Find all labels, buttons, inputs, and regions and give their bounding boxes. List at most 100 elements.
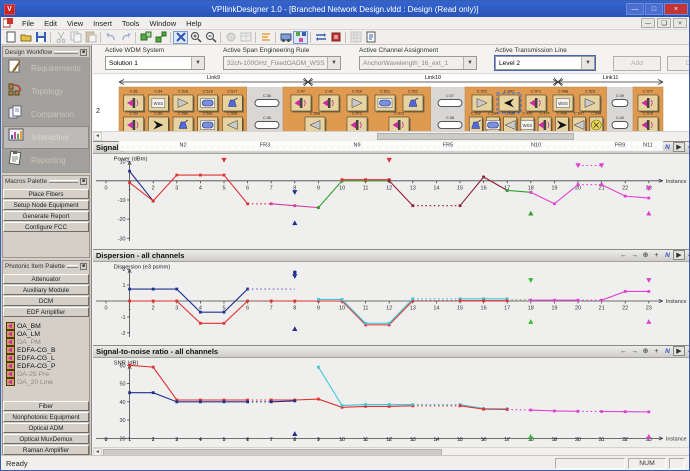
photonic-palette-header[interactable]: Photonic Item Palette ■ [3, 261, 89, 271]
report-red-icon[interactable] [328, 31, 343, 44]
chevron-down-icon[interactable]: ▼ [463, 57, 476, 69]
swap-icon[interactable] [313, 31, 328, 44]
doc-minimize-icon[interactable]: — [641, 18, 655, 28]
fit-view-icon[interactable] [173, 30, 188, 44]
palette-item-oa-lm[interactable]: OA_LM [6, 330, 89, 338]
palette-item-edfa-cg-p[interactable]: EDFA-CG_P [6, 362, 89, 370]
menu-insert[interactable]: Insert [88, 18, 117, 29]
align-icon[interactable] [258, 31, 273, 44]
del-button[interactable]: Del [667, 56, 689, 71]
palette-item-oa-20-line[interactable]: OA_20 Line [6, 378, 89, 386]
play-icon[interactable]: ▶ [673, 250, 685, 260]
zoom-in-icon[interactable] [188, 31, 203, 44]
dropdown-active-channel-assignment[interactable]: AnchorWavelength_16_ext_1 ▼ [359, 56, 477, 70]
pan-left-icon[interactable]: ← [618, 346, 629, 356]
undo-icon[interactable] [103, 31, 118, 44]
add-link-icon[interactable] [153, 31, 168, 44]
chart-plot-0[interactable]: InstancePower (dBm)10-10-20-300 1 2 3 4 5 6 7 8 9… [93, 153, 687, 244]
scroll-thumb[interactable] [376, 132, 575, 140]
minimize-icon[interactable]: — [626, 3, 644, 15]
sidebar-item-interactive[interactable]: Interactive [3, 126, 89, 149]
zoom-in-icon[interactable]: + [651, 346, 662, 356]
palette-button-dcm[interactable]: DCM [3, 296, 89, 306]
copy-icon[interactable] [68, 31, 83, 44]
palette-button-generate-report[interactable]: Generate Report [3, 211, 89, 221]
chart-plot-2[interactable]: InstanceSNR (dB)60504030200 1 2 3 4 5 6 7 8 9 10 11… [93, 357, 687, 443]
maximize-icon[interactable]: □ [645, 3, 663, 15]
redo-icon[interactable] [118, 31, 133, 44]
palette-item-oa-pm[interactable]: OA_PM [6, 338, 89, 346]
doc-close-icon[interactable]: × [673, 18, 687, 28]
pan-left-icon[interactable]: ← [618, 250, 629, 260]
menu-help[interactable]: Help [181, 18, 206, 29]
chevron-down-icon[interactable]: ▼ [327, 57, 340, 69]
close-icon[interactable]: × [664, 3, 688, 15]
doc-restore-icon[interactable]: ❏ [657, 18, 671, 28]
fiber-component[interactable] [437, 98, 463, 107]
chevron-down-icon[interactable]: ▼ [191, 57, 204, 69]
play-icon[interactable]: ▶ [673, 346, 685, 356]
menu-file[interactable]: File [17, 18, 39, 29]
grid-icon[interactable] [348, 31, 363, 44]
sidebar-item-requirements[interactable]: Requirements [3, 57, 89, 80]
panel-close-icon[interactable]: ■ [80, 48, 87, 56]
title-bar[interactable]: V VPIlinkDesigner 1.0 - [Branched Networ… [1, 1, 689, 17]
palette-button-raman-amplifier[interactable]: Raman Amplifier [3, 445, 89, 455]
design-mode-icon[interactable] [278, 31, 293, 44]
palette-button-optical-muxdemux[interactable]: Optical MuxDemux [3, 434, 89, 444]
chevron-down-icon[interactable]: ▼ [581, 57, 594, 69]
dropdown-active-transmission-line[interactable]: Level 2 ▼ [494, 55, 596, 71]
network-diagram[interactable]: Link9 Link10 Link11 C:65 WSS C:64 C:516 C:518 C:… [103, 74, 681, 157]
menu-view[interactable]: View [62, 18, 88, 29]
panel-close-icon[interactable]: ■ [80, 262, 87, 270]
palette-button-edf-amplifier[interactable]: EDF Amplifier [3, 307, 89, 317]
open-icon[interactable] [18, 31, 33, 44]
diagram-horizontal-scrollbar[interactable]: ◄ ► [93, 130, 689, 141]
palette-button-configure-fcc[interactable]: Configure FCC [3, 222, 89, 232]
scroll-left-icon[interactable]: ◄ [93, 131, 102, 141]
add-node-icon[interactable] [138, 31, 153, 44]
charts-horizontal-scrollbar[interactable]: ◄ ► [93, 446, 689, 455]
zoom-out-icon[interactable] [203, 31, 218, 44]
menu-window[interactable]: Window [144, 18, 181, 29]
zoom-icon[interactable]: ⊕ [640, 346, 651, 356]
palette-item-edfa-cg-l[interactable]: EDFA-CG_L [6, 354, 89, 362]
sidebar-item-topology[interactable]: Topology [3, 80, 89, 103]
zoom-in-icon[interactable]: + [651, 250, 662, 260]
fiber-component[interactable] [254, 120, 280, 129]
normalize-icon[interactable]: N [662, 250, 673, 260]
palette-button-fiber[interactable]: Fiber [3, 401, 89, 411]
panel-close-icon[interactable]: ■ [80, 177, 87, 185]
palette-button-nonphotonic-equipment[interactable]: Nonphotonic Equipment [3, 412, 89, 422]
fiber-component[interactable] [254, 98, 280, 107]
palette-button-attenuator[interactable]: Attenuator [3, 274, 89, 284]
dropdown-active-wdm-system[interactable]: Solution 1 ▼ [105, 56, 205, 70]
cut-icon[interactable] [53, 31, 68, 44]
zoom-icon[interactable]: ⊕ [640, 250, 651, 260]
scroll-thumb[interactable] [103, 448, 443, 455]
speaker-icon[interactable]: ◀ [685, 346, 689, 356]
workflow-mode-icon[interactable] [293, 30, 308, 44]
new-icon[interactable] [3, 31, 18, 44]
palette-button-place-fibers[interactable]: Place Fibers [3, 189, 89, 199]
palette-button-auxiliary-module[interactable]: Auxiliary Module [3, 285, 89, 295]
sidebar-item-comparison[interactable]: Comparison [3, 103, 89, 126]
fiber-component[interactable] [611, 98, 629, 107]
menu-tools[interactable]: Tools [117, 18, 145, 29]
macros-palette-header[interactable]: Macros Palette ■ [3, 176, 89, 186]
chart-plot-1[interactable]: InstanceDispersion (e3 ps/nm)21-1-20 1 2 3 4… [93, 261, 687, 340]
design-workflow-header[interactable]: Design Workflow ■ [3, 47, 89, 57]
sidebar-item-reporting[interactable]: Reporting [3, 149, 89, 172]
palette-item-edfa-cg-b[interactable]: EDFA-CG_B [6, 346, 89, 354]
palette-item-oa-bm[interactable]: OA_BM [6, 322, 89, 330]
scroll-left-icon[interactable]: ◄ [93, 447, 102, 455]
menu-edit[interactable]: Edit [39, 18, 62, 29]
speaker-icon[interactable]: ◀ [685, 142, 689, 152]
pan-icon[interactable] [223, 31, 238, 44]
fiber-component[interactable] [611, 120, 629, 129]
speaker-icon[interactable]: ◀ [685, 250, 689, 260]
paste-icon[interactable] [83, 31, 98, 44]
palette-button-optical-adm[interactable]: Optical ADM [3, 423, 89, 433]
palette-button-setup-node-equipment[interactable]: Setup Node Equipment [3, 200, 89, 210]
chart-header[interactable]: Signal-to-noise ratio - all channels ← → ⊕… [93, 345, 689, 358]
